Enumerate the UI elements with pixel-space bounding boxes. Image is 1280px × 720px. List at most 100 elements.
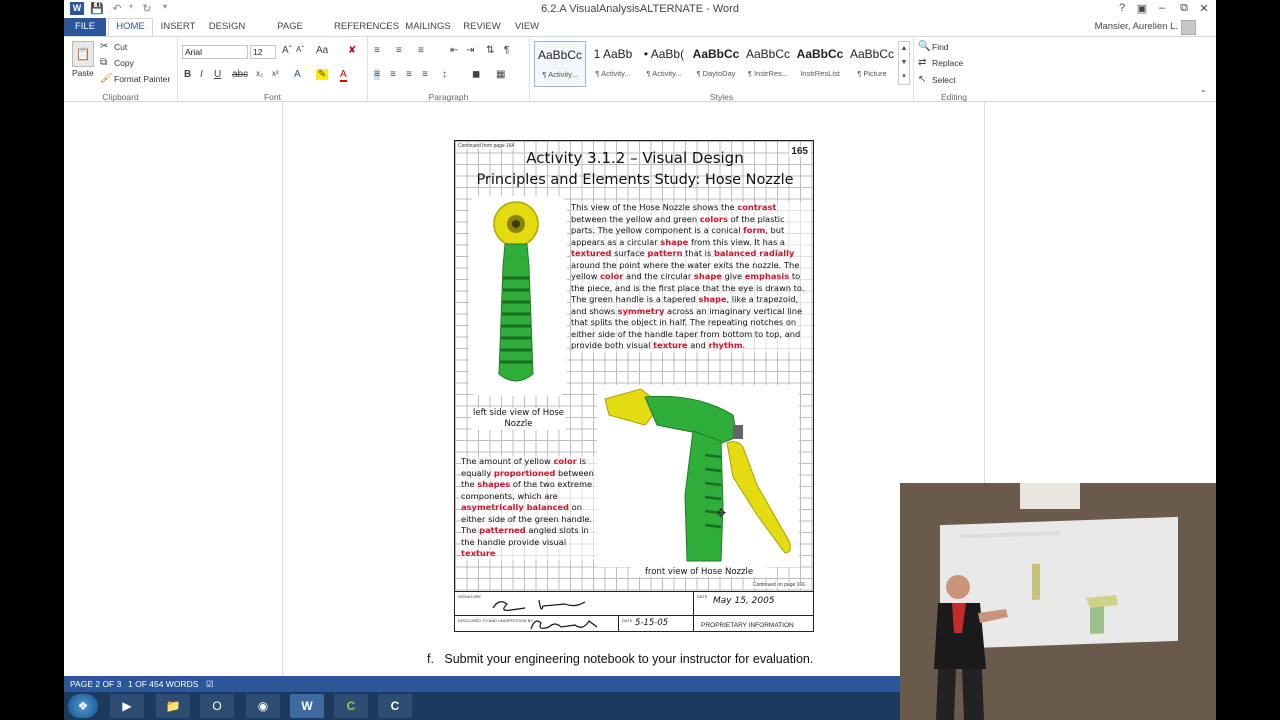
- style-activity-3[interactable]: • AaBb( ¶ Activity...: [638, 41, 690, 87]
- underline-icon[interactable]: U: [214, 69, 221, 80]
- clear-formatting-icon[interactable]: ✘: [348, 45, 356, 56]
- step-f-text: f. Submit your engineering notebook to y…: [427, 652, 813, 666]
- line-spacing-icon[interactable]: ↕: [442, 69, 447, 80]
- handwritten-signature-1: [492, 599, 586, 611]
- cut-button[interactable]: Cut: [114, 42, 127, 52]
- signature-label: SIGNATURE: [458, 594, 482, 599]
- find-button[interactable]: Find: [932, 42, 949, 52]
- justify-icon[interactable]: ≡: [422, 69, 428, 80]
- word-taskbar-icon[interactable]: W: [290, 694, 324, 718]
- notebook-signature-area: SIGNATURE DATE DISCLOSED TO AND UNDERSTO…: [455, 591, 813, 631]
- tab-file[interactable]: FILE: [64, 18, 106, 36]
- style-activity-2[interactable]: 1 AaBb ¶ Activity...: [587, 41, 639, 87]
- editing-group: 🔍 Find ⇄ Replace ↖ Select Editing: [914, 37, 994, 103]
- continued-on-page: 166: [796, 582, 805, 588]
- change-case-icon[interactable]: Aa: [316, 45, 328, 56]
- tab-page-layout[interactable]: PAGE LAYOUT: [258, 18, 322, 50]
- multilevel-list-icon[interactable]: ≡: [418, 45, 424, 56]
- tab-review[interactable]: REVIEW: [463, 18, 501, 36]
- numbering-icon[interactable]: ≡: [396, 45, 402, 56]
- minimize-button[interactable]: –: [1154, 2, 1170, 14]
- show-hide-marks-icon[interactable]: ¶: [504, 45, 509, 56]
- style-preview: AaBbCc: [692, 47, 740, 61]
- outlook-icon[interactable]: O: [200, 694, 234, 718]
- avatar[interactable]: [1181, 20, 1196, 35]
- proofing-icon[interactable]: ☑: [206, 679, 214, 690]
- replace-button[interactable]: Replace: [932, 58, 963, 68]
- borders-icon[interactable]: ▦: [496, 69, 505, 80]
- select-button[interactable]: Select: [932, 75, 956, 85]
- start-button-icon[interactable]: ❖: [68, 694, 98, 718]
- ribbon-display-options-icon[interactable]: ▣: [1134, 2, 1150, 15]
- strikethrough-icon[interactable]: abc: [232, 69, 248, 80]
- notebook-page-image[interactable]: Continued from page 164 165 Activity 3.1…: [454, 140, 814, 632]
- align-center-icon[interactable]: ≡: [390, 69, 396, 80]
- cut-icon[interactable]: ✂: [100, 41, 108, 52]
- font-name-combo[interactable]: Arial: [182, 45, 248, 59]
- tab-references[interactable]: REFERENCES: [334, 18, 399, 36]
- format-painter-button[interactable]: Format Painter: [114, 74, 170, 84]
- presenter-webcam-overlay: [900, 483, 1216, 720]
- find-icon[interactable]: 🔍: [918, 41, 930, 52]
- page-indicator[interactable]: PAGE 2 OF 3: [70, 679, 121, 689]
- font-size-combo[interactable]: 12: [250, 45, 276, 59]
- media-player-icon[interactable]: ▶: [110, 694, 144, 718]
- presenter: [920, 573, 1012, 720]
- camtasia-icon[interactable]: C: [334, 694, 368, 718]
- highlight-icon[interactable]: ✎: [316, 69, 328, 80]
- copy-button[interactable]: Copy: [114, 58, 134, 68]
- collapse-ribbon-icon[interactable]: ⌃: [1200, 89, 1207, 98]
- grow-font-icon[interactable]: Aˆ: [282, 45, 292, 56]
- tab-insert[interactable]: INSERT: [160, 18, 196, 36]
- align-left-icon[interactable]: ≡: [374, 69, 380, 80]
- tab-view[interactable]: VIEW: [512, 18, 542, 36]
- decrease-indent-icon[interactable]: ⇤: [450, 45, 458, 56]
- restore-button[interactable]: ⧉: [1176, 2, 1192, 15]
- page-left-edge: [282, 102, 283, 676]
- tab-mailings[interactable]: MAILINGS: [404, 18, 452, 36]
- close-button[interactable]: ✕: [1196, 2, 1212, 15]
- increase-indent-icon[interactable]: ⇥: [466, 45, 474, 56]
- ribbon: 📋 Paste ✂ Cut ⧉ Copy 🖌 Format Painter Cl…: [64, 36, 1216, 103]
- font-color-icon[interactable]: A: [340, 69, 347, 82]
- sort-icon[interactable]: ⇅: [486, 45, 494, 56]
- select-icon[interactable]: ↖: [918, 74, 926, 85]
- copy-icon[interactable]: ⧉: [100, 57, 107, 68]
- text-effects-icon[interactable]: A: [294, 69, 301, 80]
- paste-button[interactable]: Paste: [72, 68, 94, 78]
- styles-group-label: Styles: [709, 92, 734, 102]
- continued-on-label: Continued on page 166: [753, 582, 805, 588]
- format-painter-icon[interactable]: 🖌: [100, 73, 113, 84]
- style-daytoday[interactable]: AaBbCc ¶ DaytoDay: [690, 41, 742, 87]
- bold-icon[interactable]: B: [184, 69, 191, 80]
- italic-icon[interactable]: I: [200, 69, 203, 80]
- replace-icon[interactable]: ⇄: [918, 57, 926, 68]
- align-right-icon[interactable]: ≡: [406, 69, 412, 80]
- style-preview: 1 AaBb: [593, 47, 633, 61]
- paste-icon[interactable]: 📋: [72, 41, 94, 67]
- style-activity-1[interactable]: AaBbCc ¶ Activity...: [534, 41, 586, 87]
- signature-vertical-divider-2: [618, 615, 619, 631]
- font-group: Arial 12 Aˆ Aˇ Aa ✘ B I U abc x₂ x² A ✎ …: [178, 37, 368, 103]
- bullets-icon[interactable]: ≡: [374, 45, 380, 56]
- superscript-icon[interactable]: x²: [272, 69, 279, 78]
- style-instrreslist[interactable]: AaBbCc InstrResList: [794, 41, 846, 87]
- disclosed-label: DISCLOSED TO AND UNDERSTOOD BY: [458, 618, 533, 623]
- chrome-icon[interactable]: ◉: [246, 694, 280, 718]
- help-button[interactable]: ?: [1114, 2, 1130, 14]
- file-explorer-icon[interactable]: 📁: [156, 694, 190, 718]
- style-instrres[interactable]: AaBbCc ¶ InstrRes...: [742, 41, 794, 87]
- user-account-name[interactable]: Mansier, Aurelien L.: [1095, 21, 1178, 32]
- style-preview: • AaBb(: [643, 47, 685, 61]
- subscript-icon[interactable]: x₂: [256, 69, 263, 78]
- camtasia-recorder-icon[interactable]: C: [378, 694, 412, 718]
- tab-home[interactable]: HOME: [108, 18, 153, 36]
- date-label: DATE: [697, 594, 708, 599]
- tab-design[interactable]: DESIGN: [208, 18, 246, 36]
- style-picture[interactable]: AaBbCc ¶ Picture: [846, 41, 898, 87]
- notebook-title-line2: Principles and Elements Study: Hose Nozz…: [476, 172, 794, 188]
- styles-scroll-icon[interactable]: ▲ ▼ ▾: [898, 41, 910, 85]
- shrink-font-icon[interactable]: Aˇ: [296, 45, 304, 54]
- word-count[interactable]: 1 OF 454 WORDS: [128, 679, 198, 689]
- shading-icon[interactable]: ◼: [472, 69, 480, 80]
